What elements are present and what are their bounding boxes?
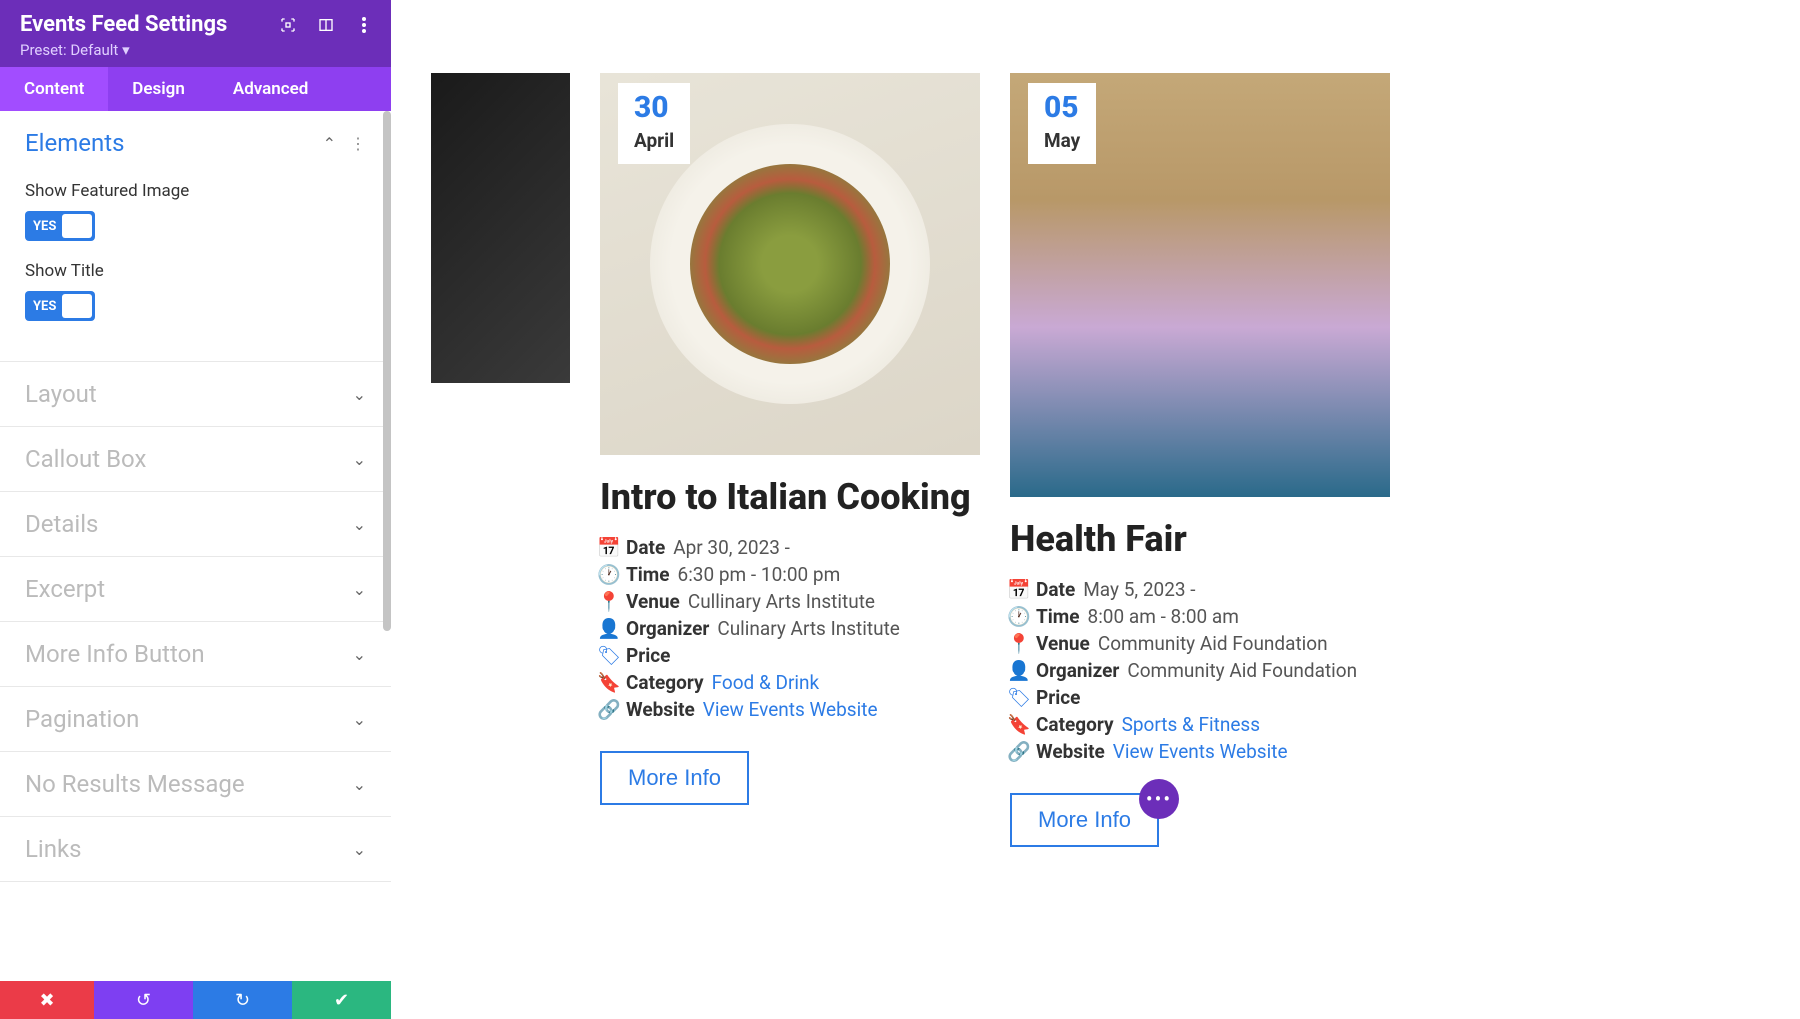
calendar-icon: 📅	[1010, 578, 1028, 601]
event-card[interactable]: 05 May Health Fair 📅Date May 5, 2023 - 🕐…	[1010, 73, 1390, 847]
floating-action-button[interactable]: •••	[1139, 779, 1179, 819]
preview-canvas: 30 April Intro to Italian Cooking 📅Date …	[391, 0, 1800, 1019]
pin-icon: 📍	[1010, 632, 1028, 655]
scrollbar-thumb[interactable]	[383, 111, 391, 631]
event-title[interactable]: Health Fair	[1010, 519, 1390, 560]
section-header-excerpt[interactable]: Excerpt⌄	[0, 557, 391, 621]
section-header-elements[interactable]: Elements ⌃ ⋮	[0, 111, 391, 175]
section-more-icon[interactable]: ⋮	[350, 134, 366, 153]
chevron-down-icon: ⌄	[353, 515, 366, 534]
event-title[interactable]: Intro to Italian Cooking	[600, 477, 980, 518]
event-image: 05 May	[1010, 73, 1390, 497]
person-icon: 👤	[1010, 659, 1028, 682]
section-header-links[interactable]: Links⌄	[0, 817, 391, 881]
tab-advanced[interactable]: Advanced	[209, 67, 333, 111]
section-header-details[interactable]: Details⌄	[0, 492, 391, 556]
section-header-no-results[interactable]: No Results Message⌄	[0, 752, 391, 816]
tag-icon: 🏷	[1010, 686, 1028, 709]
event-image: 30 April	[600, 73, 980, 455]
sidebar-footer: ✖ ↺ ↻ ✔	[0, 981, 391, 1019]
undo-button[interactable]: ↺	[94, 981, 193, 1019]
section-header-pagination[interactable]: Pagination⌄	[0, 687, 391, 751]
person-icon: 👤	[600, 617, 618, 640]
sidebar-header: Events Feed Settings Preset: Default ▾	[0, 0, 391, 67]
toggle-knob	[62, 214, 92, 238]
tab-design[interactable]: Design	[108, 67, 209, 111]
section-header-more-info-button[interactable]: More Info Button⌄	[0, 622, 391, 686]
date-badge: 30 April	[618, 83, 690, 164]
event-card[interactable]: 30 April Intro to Italian Cooking 📅Date …	[600, 73, 980, 847]
more-info-button[interactable]: More Info	[600, 751, 749, 805]
toggle-label-title: Show Title	[25, 261, 366, 281]
toggle-title[interactable]: YES	[25, 291, 95, 321]
section-elements: Elements ⌃ ⋮ Show Featured Image YES	[0, 111, 391, 362]
tag-icon: 🏷	[600, 644, 618, 667]
redo-button[interactable]: ↻	[193, 981, 292, 1019]
apply-button[interactable]: ✔	[292, 981, 391, 1019]
date-badge: 05 May	[1028, 83, 1096, 164]
toggle-featured-image[interactable]: YES	[25, 211, 95, 241]
bookmark-icon: 🔖	[600, 671, 618, 694]
expand-icon[interactable]	[279, 16, 297, 34]
columns-icon[interactable]	[317, 16, 335, 34]
website-link[interactable]: View Events Website	[703, 698, 878, 721]
chevron-down-icon: ⌄	[353, 450, 366, 469]
chevron-down-icon: ⌄	[353, 580, 366, 599]
clock-icon: 🕐	[600, 563, 618, 586]
chevron-down-icon: ▾	[122, 41, 130, 59]
chevron-down-icon: ⌄	[353, 710, 366, 729]
bookmark-icon: 🔖	[1010, 713, 1028, 736]
chevron-down-icon: ⌄	[353, 775, 366, 794]
link-icon: 🔗	[1010, 740, 1028, 763]
event-card-partial[interactable]	[431, 73, 570, 383]
link-icon: 🔗	[600, 698, 618, 721]
more-icon[interactable]	[355, 16, 373, 34]
settings-tabs: Content Design Advanced	[0, 67, 391, 111]
chevron-down-icon: ⌄	[353, 385, 366, 404]
chevron-down-icon: ⌄	[353, 645, 366, 664]
preset-dropdown[interactable]: Preset: Default ▾	[20, 41, 371, 59]
website-link[interactable]: View Events Website	[1113, 740, 1288, 763]
clock-icon: 🕐	[1010, 605, 1028, 628]
category-link[interactable]: Sports & Fitness	[1122, 713, 1260, 736]
calendar-icon: 📅	[600, 536, 618, 559]
settings-sidebar: Events Feed Settings Preset: Default ▾ C…	[0, 0, 391, 1019]
section-header-layout[interactable]: Layout⌄	[0, 362, 391, 426]
toggle-knob	[62, 294, 92, 318]
pin-icon: 📍	[600, 590, 618, 613]
section-header-callout-box[interactable]: Callout Box⌄	[0, 427, 391, 491]
tab-content[interactable]: Content	[0, 67, 108, 111]
sections-scroll[interactable]: Elements ⌃ ⋮ Show Featured Image YES	[0, 111, 391, 981]
chevron-down-icon: ⌄	[353, 840, 366, 859]
more-info-button[interactable]: More Info	[1010, 793, 1159, 847]
cancel-button[interactable]: ✖	[0, 981, 94, 1019]
toggle-label-featured-image: Show Featured Image	[25, 181, 366, 201]
chevron-up-icon: ⌃	[323, 134, 336, 153]
category-link[interactable]: Food & Drink	[712, 671, 820, 694]
